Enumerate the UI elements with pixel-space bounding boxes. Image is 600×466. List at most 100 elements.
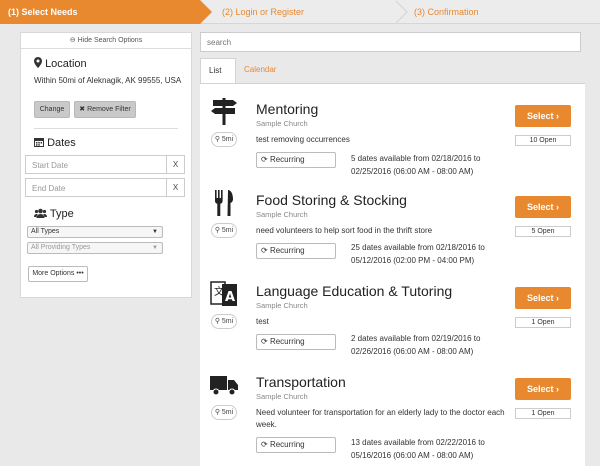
ellipsis-icon: ••• <box>76 270 84 277</box>
select-label: Select <box>526 384 554 394</box>
dates-heading: Dates <box>34 137 76 149</box>
truck-icon <box>209 369 239 399</box>
recurring-button[interactable]: ⟳ Recurring <box>256 437 336 453</box>
hide-search-options-button[interactable]: ⊖ Hide Search Options <box>21 33 191 49</box>
type-select[interactable]: All Types ▼ <box>27 226 163 238</box>
divider <box>34 128 178 129</box>
type-select-value: All Types <box>31 228 60 235</box>
item-description: test removing occurrences <box>256 135 350 144</box>
chevron-right-icon: › <box>556 293 560 303</box>
distance-badge: ⚲ 5mi <box>211 314 237 329</box>
item-dates: 13 dates available from 02/22/2016 to 05… <box>351 438 485 460</box>
item-dates: 2 dates available from 02/19/2016 to 02/… <box>351 334 481 356</box>
item-organization: Sample Church <box>256 301 308 310</box>
caret-down-icon: ▼ <box>152 229 158 235</box>
step-confirmation[interactable]: (3) Confirmation <box>414 0 479 24</box>
progress-steps: (1) Select Needs (2) Login or Register (… <box>0 0 600 24</box>
step-select-needs[interactable]: (1) Select Needs <box>0 0 212 24</box>
select-button[interactable]: Select › <box>515 287 571 309</box>
recurring-label: Recurring <box>269 155 305 164</box>
type-title: Type <box>49 208 74 220</box>
location-text: Within 50mi of Aleknagik, AK 99555, USA <box>34 76 182 85</box>
hide-search-options-label: Hide Search Options <box>77 37 143 44</box>
remove-filter-button[interactable]: ✖ Remove Filter <box>74 101 136 118</box>
translate-icon: 文 A <box>209 278 239 308</box>
item-title[interactable]: Mentoring <box>256 101 318 117</box>
item-description: need volunteers to help sort food in the… <box>256 226 433 235</box>
chevron-right-icon: › <box>556 111 560 121</box>
search-options-panel: ⊖ Hide Search Options Location Within 50… <box>20 32 192 298</box>
tab-calendar[interactable]: Calendar <box>236 58 284 84</box>
type-heading: Type <box>34 208 74 220</box>
end-date-field[interactable]: End Date X <box>25 178 185 197</box>
refresh-icon: ⟳ <box>261 155 268 164</box>
distance-value: 5mi <box>221 227 234 234</box>
list-item: ⚲ 5mi Mentoring Sample Church test remov… <box>200 84 585 176</box>
refresh-icon: ⟳ <box>261 337 268 346</box>
item-organization: Sample Church <box>256 210 308 219</box>
utensils-icon <box>209 187 239 217</box>
start-date-placeholder: Start Date <box>32 161 69 170</box>
more-options-button[interactable]: More Options ••• <box>28 266 88 282</box>
users-icon <box>34 208 47 218</box>
clear-start-date-button[interactable]: X <box>166 156 184 173</box>
list-item: ⚲ 5mi Food Storing & Stocking Sample Chu… <box>200 175 585 265</box>
recurring-label: Recurring <box>269 246 305 255</box>
open-count-badge: 1 Open <box>515 408 571 419</box>
select-label: Select <box>526 202 554 212</box>
map-marker-icon: ⚲ <box>214 318 220 325</box>
providing-select-value: All Providing Types <box>31 244 91 251</box>
open-count-badge: 10 Open <box>515 135 571 146</box>
distance-badge: ⚲ 5mi <box>211 405 237 420</box>
map-marker-icon <box>34 57 42 68</box>
distance-value: 5mi <box>221 136 234 143</box>
recurring-label: Recurring <box>269 337 305 346</box>
caret-down-icon: ▼ <box>152 245 158 251</box>
item-organization: Sample Church <box>256 392 308 401</box>
list-item: ⚲ 5mi Transportation Sample Church Need … <box>200 357 585 466</box>
item-description: test <box>256 317 269 326</box>
change-location-button[interactable]: Change <box>34 101 70 118</box>
map-marker-icon: ⚲ <box>214 136 220 143</box>
svg-text:A: A <box>225 290 235 305</box>
recurring-button[interactable]: ⟳ Recurring <box>256 152 336 168</box>
item-description: Need volunteer for transportation for an… <box>256 408 505 429</box>
item-organization: Sample Church <box>256 119 308 128</box>
item-title[interactable]: Food Storing & Stocking <box>256 192 407 208</box>
view-tabs: List Calendar <box>200 58 585 84</box>
item-title[interactable]: Transportation <box>256 374 346 390</box>
select-button[interactable]: Select › <box>515 105 571 127</box>
close-icon: ✖ <box>79 106 86 113</box>
clear-end-date-button[interactable]: X <box>166 179 184 196</box>
calendar-icon <box>34 138 44 147</box>
recurring-button[interactable]: ⟳ Recurring <box>256 334 336 350</box>
item-title[interactable]: Language Education & Tutoring <box>256 283 452 299</box>
start-date-field[interactable]: Start Date X <box>25 155 185 174</box>
chevron-right-icon: › <box>556 384 560 394</box>
recurring-button[interactable]: ⟳ Recurring <box>256 243 336 259</box>
open-count-badge: 1 Open <box>515 317 571 328</box>
providing-type-select[interactable]: All Providing Types ▼ <box>27 242 163 254</box>
search-input[interactable] <box>200 32 581 52</box>
distance-badge: ⚲ 5mi <box>211 223 237 238</box>
step-login-register[interactable]: (2) Login or Register <box>222 0 304 24</box>
distance-badge: ⚲ 5mi <box>211 132 237 147</box>
refresh-icon: ⟳ <box>261 440 268 449</box>
more-options-label: More Options <box>32 270 75 277</box>
list-item: 文 A ⚲ 5mi Language Education & Tutoring … <box>200 266 585 356</box>
remove-filter-label: Remove Filter <box>87 106 131 113</box>
select-label: Select <box>526 293 554 303</box>
refresh-icon: ⟳ <box>261 246 268 255</box>
select-button[interactable]: Select › <box>515 378 571 400</box>
distance-value: 5mi <box>221 409 234 416</box>
step-divider <box>395 0 408 24</box>
select-button[interactable]: Select › <box>515 196 571 218</box>
map-marker-icon: ⚲ <box>214 227 220 234</box>
minus-circle-icon: ⊖ <box>69 37 76 44</box>
tab-list[interactable]: List <box>200 58 236 84</box>
distance-value: 5mi <box>221 318 234 325</box>
recurring-label: Recurring <box>269 440 305 449</box>
end-date-placeholder: End Date <box>32 184 66 193</box>
chevron-right-icon: › <box>556 202 560 212</box>
select-label: Select <box>526 111 554 121</box>
